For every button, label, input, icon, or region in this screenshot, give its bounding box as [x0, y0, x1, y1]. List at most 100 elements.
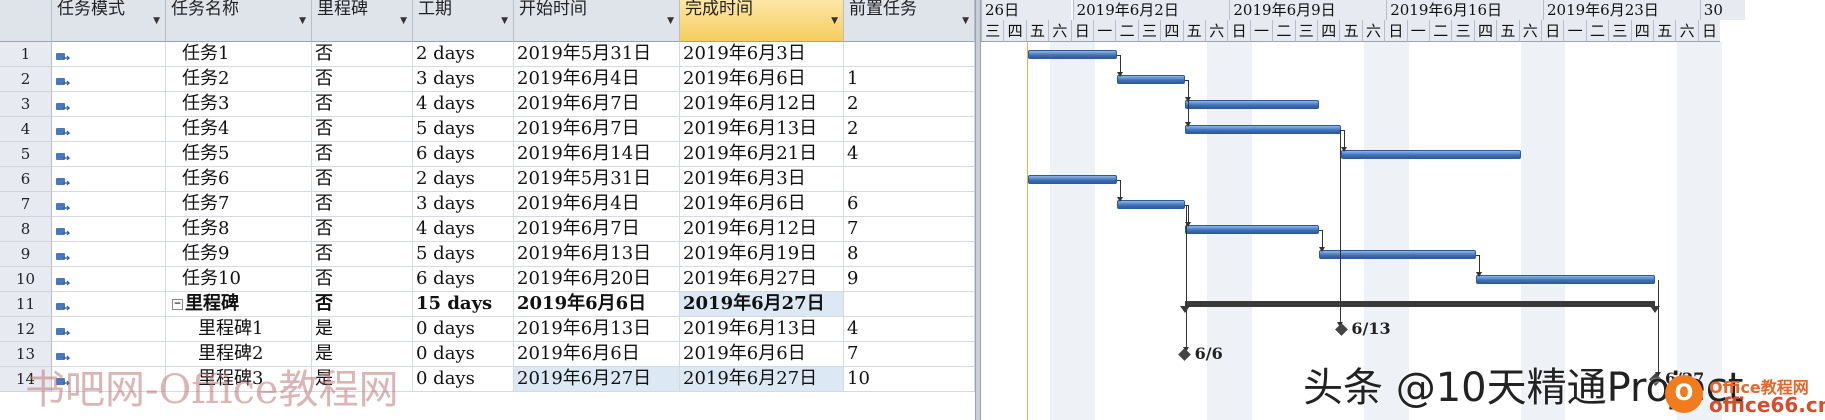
- dropdown-arrow-icon[interactable]: ▼: [400, 12, 407, 30]
- header-task-mode[interactable]: 任务模式 ▼: [52, 0, 166, 42]
- dropdown-arrow-icon[interactable]: ▼: [667, 12, 674, 30]
- cell-start[interactable]: 2019年6月13日: [514, 317, 680, 342]
- task-bar[interactable]: [1319, 250, 1476, 259]
- collapse-toggle-icon[interactable]: −: [172, 298, 183, 310]
- cell-finish[interactable]: 2019年6月13日: [680, 117, 844, 142]
- cell-duration[interactable]: 3 days: [413, 192, 514, 217]
- dropdown-arrow-icon[interactable]: ▼: [962, 12, 969, 30]
- cell-start[interactable]: 2019年6月7日: [514, 217, 680, 242]
- row-number[interactable]: 12: [0, 317, 52, 342]
- cell-finish[interactable]: 2019年6月3日: [680, 167, 844, 192]
- cell-milestone[interactable]: 是: [312, 317, 413, 342]
- cell-name[interactable]: − 里程碑: [166, 292, 312, 317]
- task-bar[interactable]: [1027, 175, 1118, 184]
- cell-duration[interactable]: 6 days: [413, 142, 514, 167]
- cell-pred[interactable]: [844, 167, 975, 192]
- cell-milestone[interactable]: 否: [312, 117, 413, 142]
- cell-pred[interactable]: 7: [844, 217, 975, 242]
- cell-name[interactable]: 任务7: [166, 192, 312, 217]
- cell-duration[interactable]: 15 days: [413, 292, 514, 317]
- cell-pred[interactable]: 7: [844, 342, 975, 367]
- cell-duration[interactable]: 4 days: [413, 92, 514, 117]
- cell-milestone[interactable]: 否: [312, 42, 413, 67]
- cell-start[interactable]: 2019年6月6日: [514, 292, 680, 317]
- cell-pred[interactable]: 2: [844, 117, 975, 142]
- cell-pred[interactable]: 4: [844, 142, 975, 167]
- task-bar[interactable]: [1475, 275, 1655, 284]
- cell-finish[interactable]: 2019年6月6日: [680, 67, 844, 92]
- cell-duration[interactable]: 5 days: [413, 117, 514, 142]
- task-bar[interactable]: [1117, 75, 1185, 84]
- cell-pred[interactable]: [844, 42, 975, 67]
- row-number[interactable]: 9: [0, 242, 52, 267]
- header-finish[interactable]: 完成时间 ▼: [680, 0, 844, 42]
- cell-duration[interactable]: 3 days: [413, 67, 514, 92]
- header-corner[interactable]: [0, 0, 52, 42]
- row-number[interactable]: 3: [0, 92, 52, 117]
- cell-milestone[interactable]: 否: [312, 242, 413, 267]
- cell-milestone[interactable]: 否: [312, 92, 413, 117]
- cell-name[interactable]: 任务4: [166, 117, 312, 142]
- cell-name[interactable]: 任务2: [166, 67, 312, 92]
- cell-mode[interactable]: [52, 67, 166, 92]
- cell-start[interactable]: 2019年6月7日: [514, 92, 680, 117]
- cell-mode[interactable]: [52, 42, 166, 67]
- cell-finish[interactable]: 2019年6月19日: [680, 242, 844, 267]
- cell-milestone[interactable]: 否: [312, 142, 413, 167]
- cell-finish[interactable]: 2019年6月12日: [680, 217, 844, 242]
- cell-finish[interactable]: 2019年6月3日: [680, 42, 844, 67]
- header-task-name[interactable]: 任务名称 ▼: [166, 0, 312, 42]
- header-duration[interactable]: 工期 ▼: [413, 0, 514, 42]
- cell-pred[interactable]: 1: [844, 67, 975, 92]
- row-number[interactable]: 7: [0, 192, 52, 217]
- task-bar[interactable]: [1027, 50, 1118, 59]
- dropdown-arrow-icon[interactable]: ▼: [299, 12, 306, 30]
- cell-duration[interactable]: 0 days: [413, 367, 514, 392]
- cell-name[interactable]: 任务3: [166, 92, 312, 117]
- row-number[interactable]: 10: [0, 267, 52, 292]
- cell-name[interactable]: 任务10: [166, 267, 312, 292]
- cell-finish[interactable]: 2019年6月27日: [680, 367, 844, 392]
- cell-start[interactable]: 2019年5月31日: [514, 42, 680, 67]
- header-start[interactable]: 开始时间 ▼: [514, 0, 680, 42]
- cell-duration[interactable]: 0 days: [413, 317, 514, 342]
- cell-name[interactable]: 任务8: [166, 217, 312, 242]
- cell-finish[interactable]: 2019年6月27日: [680, 267, 844, 292]
- cell-start[interactable]: 2019年6月6日: [514, 342, 680, 367]
- row-number[interactable]: 8: [0, 217, 52, 242]
- cell-milestone[interactable]: 否: [312, 167, 413, 192]
- cell-duration[interactable]: 2 days: [413, 167, 514, 192]
- cell-start[interactable]: 2019年6月7日: [514, 117, 680, 142]
- cell-mode[interactable]: [52, 267, 166, 292]
- cell-pred[interactable]: 2: [844, 92, 975, 117]
- cell-milestone[interactable]: 否: [312, 192, 413, 217]
- cell-milestone[interactable]: 否: [312, 217, 413, 242]
- cell-mode[interactable]: [52, 117, 166, 142]
- row-number[interactable]: 6: [0, 167, 52, 192]
- cell-finish[interactable]: 2019年6月13日: [680, 317, 844, 342]
- cell-name[interactable]: 里程碑1: [166, 317, 312, 342]
- row-number[interactable]: 5: [0, 142, 52, 167]
- milestone-diamond-icon[interactable]: [1178, 348, 1191, 361]
- dropdown-arrow-icon[interactable]: ▼: [153, 12, 160, 30]
- cell-milestone[interactable]: 否: [312, 292, 413, 317]
- cell-finish[interactable]: 2019年6月27日: [680, 292, 844, 317]
- header-predecessors[interactable]: 前置任务 ▼: [844, 0, 975, 42]
- task-bar[interactable]: [1184, 100, 1319, 109]
- cell-start[interactable]: 2019年6月20日: [514, 267, 680, 292]
- task-bar[interactable]: [1341, 150, 1521, 159]
- cell-duration[interactable]: 6 days: [413, 267, 514, 292]
- cell-pred[interactable]: 9: [844, 267, 975, 292]
- cell-start[interactable]: 2019年6月4日: [514, 192, 680, 217]
- cell-mode[interactable]: [52, 192, 166, 217]
- cell-name[interactable]: 任务6: [166, 167, 312, 192]
- cell-name[interactable]: 任务1: [166, 42, 312, 67]
- cell-duration[interactable]: 2 days: [413, 42, 514, 67]
- row-number[interactable]: 11: [0, 292, 52, 317]
- cell-finish[interactable]: 2019年6月21日: [680, 142, 844, 167]
- cell-pred[interactable]: 6: [844, 192, 975, 217]
- cell-mode[interactable]: [52, 242, 166, 267]
- header-milestone[interactable]: 里程碑 ▼: [312, 0, 413, 42]
- dropdown-arrow-icon[interactable]: ▼: [831, 12, 838, 30]
- cell-pred[interactable]: 8: [844, 242, 975, 267]
